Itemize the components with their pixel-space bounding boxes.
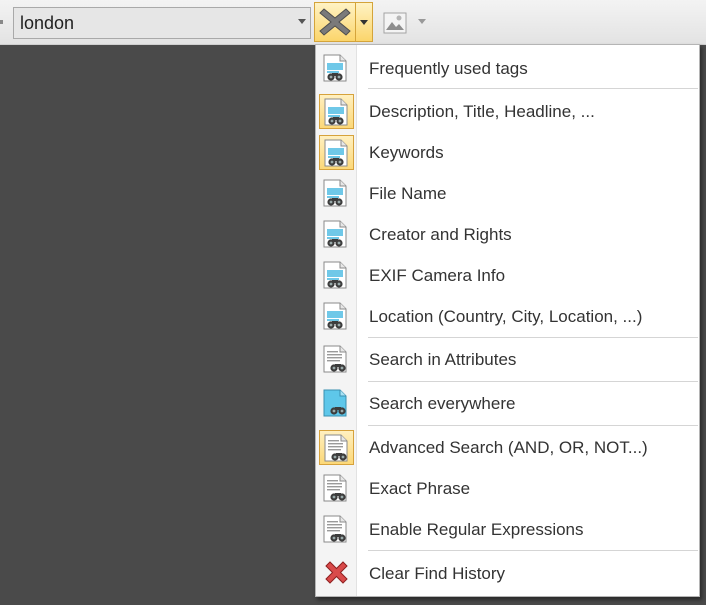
menu-item-label: Clear Find History [369,564,506,583]
document-search-icon [319,471,354,506]
menu-item-label: Enable Regular Expressions [369,520,584,539]
menu-item-label: Location (Country, City, Location, ...) [369,307,643,326]
menu-item-advanced-search-and-or-not[interactable]: Advanced Search (AND, OR, NOT...) [316,427,699,468]
document-search-icon [319,430,354,465]
search-combobox[interactable] [13,7,311,39]
red-x-icon [319,556,354,591]
blue-document-search-icon [319,386,354,421]
menu-separator [368,337,698,338]
document-search-icon [319,342,354,377]
menu-item-exif-camera-info[interactable]: EXIF Camera Info [316,255,699,296]
tag-search-icon [319,299,354,334]
menu-item-label: Description, Title, Headline, ... [369,102,595,121]
menu-item-creator-and-rights[interactable]: Creator and Rights [316,214,699,255]
tag-search-icon [319,135,354,170]
menu-separator [368,550,698,551]
tag-search-icon [319,94,354,129]
toolbar-grip[interactable] [0,20,3,24]
menu-item-label: File Name [369,184,447,203]
menu-item-label: Search in Attributes [369,350,517,369]
image-icon [383,12,407,34]
tag-search-icon [319,51,354,86]
menu-item-label: EXIF Camera Info [369,266,506,285]
document-search-icon [319,512,354,547]
menu-item-label: Exact Phrase [369,479,471,498]
search-options-dropdown-button[interactable] [356,2,373,42]
menu-item-clear-find-history[interactable]: Clear Find History [316,553,699,594]
menu-item-label: Creator and Rights [369,225,512,244]
image-dropdown-arrow-icon[interactable] [418,19,426,24]
search-input[interactable] [14,8,284,38]
chevron-down-icon [360,20,368,25]
clear-search-button[interactable] [314,2,356,42]
tag-search-icon [319,217,354,252]
menu-item-keywords[interactable]: Keywords [316,132,699,173]
menu-item-frequently-used-tags[interactable]: Frequently used tags [316,48,699,89]
menu-item-label: Search everywhere [369,394,516,413]
combo-dropdown-arrow-icon[interactable] [298,19,306,24]
clear-x-icon [319,8,351,36]
image-filter-button[interactable] [382,10,408,36]
search-options-menu: Frequently used tags Description, Title, … [315,44,700,597]
menu-item-enable-regular-expressions[interactable]: Enable Regular Expressions [316,509,699,550]
menu-item-description-title-headline[interactable]: Description, Title, Headline, ... [316,91,699,132]
menu-item-search-everywhere[interactable]: Search everywhere [316,383,699,424]
menu-item-file-name[interactable]: File Name [316,173,699,214]
search-toolbar [0,0,706,45]
menu-item-label: Advanced Search (AND, OR, NOT...) [369,438,648,457]
menu-separator [368,381,698,382]
tag-search-icon [319,258,354,293]
menu-separator [368,425,698,426]
menu-item-label: Frequently used tags [369,59,528,78]
menu-item-label: Keywords [369,143,444,162]
menu-item-search-in-attributes[interactable]: Search in Attributes [316,339,699,380]
menu-item-exact-phrase[interactable]: Exact Phrase [316,468,699,509]
tag-search-icon [319,176,354,211]
menu-item-location-country-city-location[interactable]: Location (Country, City, Location, ...) [316,296,699,337]
